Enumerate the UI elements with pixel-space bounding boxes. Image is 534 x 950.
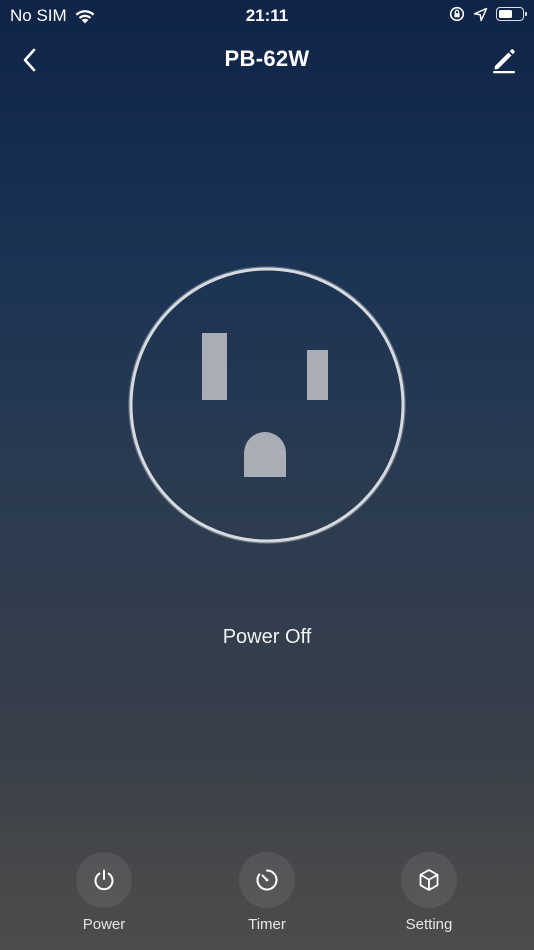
timer-button-label: Timer <box>248 916 286 933</box>
power-button-circle[interactable] <box>76 852 132 908</box>
outlet-icon <box>128 266 406 544</box>
page-title: PB-62W <box>224 46 310 71</box>
power-state-label: Power Off <box>222 626 312 648</box>
status-bar: No SIM 21:11 <box>0 0 534 32</box>
battery-fill <box>499 10 512 18</box>
outlet-graphic[interactable] <box>125 263 409 547</box>
orientation-lock-icon <box>449 6 465 22</box>
power-button[interactable]: Power <box>59 852 149 933</box>
timer-button[interactable]: Timer <box>222 852 312 933</box>
timer-icon <box>256 869 278 891</box>
edit-button[interactable] <box>488 44 520 76</box>
setting-button-circle[interactable] <box>401 852 457 908</box>
nav-bar: PB-62W <box>0 38 534 82</box>
status-right <box>441 6 527 22</box>
cube-icon <box>419 869 439 891</box>
battery-tip <box>525 12 527 16</box>
pencil-icon <box>493 49 515 74</box>
setting-button[interactable]: Setting <box>384 852 474 933</box>
battery-icon <box>496 7 527 21</box>
setting-button-label: Setting <box>405 916 453 933</box>
location-arrow-icon <box>473 7 488 21</box>
bottom-action-bar: Power Timer Setting <box>0 852 534 942</box>
power-icon <box>94 869 114 891</box>
timer-button-circle[interactable] <box>239 852 295 908</box>
power-button-label: Power <box>82 916 126 933</box>
